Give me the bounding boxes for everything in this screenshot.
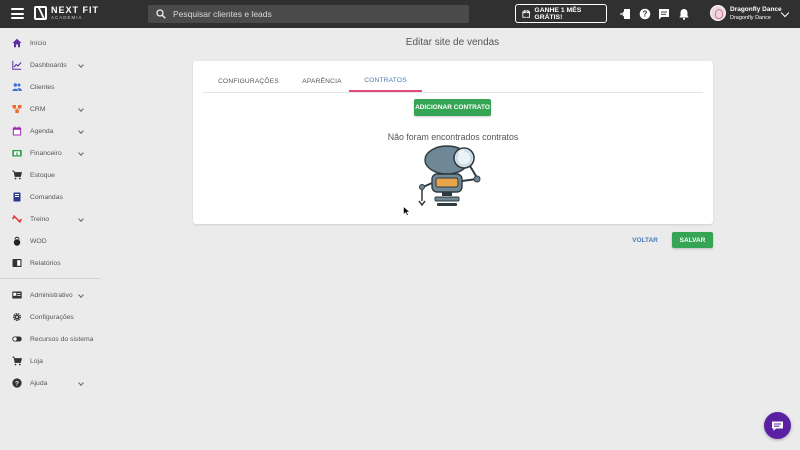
sidebar-item-dashboards[interactable]: Dashboards — [0, 54, 100, 76]
logo-name: NEXT FIT — [51, 5, 99, 15]
sidebar-item-label: CRM — [30, 105, 46, 113]
sidebar-item-label: Dashboards — [30, 61, 67, 69]
sidebar-item-financeiro[interactable]: $ Financeiro — [0, 142, 100, 164]
user-organization: Dragonfly Dance — [730, 14, 771, 21]
sidebar-item-label: Configurações — [30, 313, 74, 321]
chevron-down-icon[interactable] — [78, 62, 84, 68]
chevron-down-icon[interactable] — [78, 106, 84, 112]
chevron-down-icon[interactable] — [78, 292, 84, 298]
empty-state-message: Não foram encontrados contratos — [387, 132, 519, 142]
user-name: Dragonfly Dance — [730, 6, 782, 13]
svg-text:?: ? — [643, 10, 648, 19]
chevron-down-icon[interactable] — [78, 128, 84, 134]
sidebar-item-clientes[interactable]: Clientes — [0, 76, 100, 98]
exit-door-icon[interactable] — [619, 8, 631, 20]
sidebar-item-estoque[interactable]: Estoque — [0, 164, 100, 186]
sidebar-divider — [0, 278, 100, 279]
sidebar-item-label: Comandas — [30, 193, 63, 201]
sales-site-card: CONFIGURAÇÕES APARÊNCIA CONTRATOS ADICIO… — [193, 61, 713, 224]
id-card-icon — [12, 291, 22, 299]
dumbbell-icon — [12, 214, 22, 224]
kettlebell-icon — [13, 236, 21, 246]
logo[interactable]: NEXT FIT ACADEMIA — [34, 6, 99, 21]
home-icon — [12, 38, 22, 48]
user-menu[interactable]: Dragonfly Dance Dragonfly Dance — [730, 6, 782, 21]
page-title: Editar site de vendas — [405, 37, 500, 48]
sidebar-item-label: Administrativo — [30, 291, 73, 299]
sidebar-item-administrativo[interactable]: Administrativo — [0, 284, 100, 306]
chat-icon[interactable] — [658, 8, 670, 20]
search-input[interactable] — [173, 9, 453, 19]
sidebar-item-ajuda[interactable]: ? Ajuda — [0, 372, 100, 394]
chevron-down-icon[interactable] — [78, 150, 84, 156]
search-icon — [156, 9, 166, 19]
robot-illustration — [418, 145, 481, 207]
gift-icon — [522, 9, 530, 18]
sidebar-item-recursos[interactable]: Recursos do sistema — [0, 328, 100, 350]
sidebar-item-label: Clientes — [30, 83, 55, 91]
chevron-down-icon[interactable] — [78, 380, 84, 386]
menu-icon[interactable] — [11, 8, 24, 19]
sidebar-item-label: Agenda — [30, 127, 54, 135]
report-icon — [12, 259, 22, 267]
sidebar: Início Dashboards Clientes CRM Agenda $ … — [0, 28, 100, 450]
top-bar: NEXT FIT ACADEMIA GANHE 1 MÊS GRÁTIS! ? … — [0, 0, 800, 28]
free-month-label: GANHE 1 MÊS GRÁTIS! — [534, 6, 582, 21]
back-button[interactable]: VOLTAR — [625, 233, 665, 248]
crm-icon — [12, 105, 22, 113]
sidebar-item-treino[interactable]: Treino — [0, 208, 100, 230]
sidebar-item-label: Estoque — [30, 171, 55, 179]
sidebar-item-wod[interactable]: WOD — [0, 230, 100, 252]
tab-aparencia[interactable]: APARÊNCIA — [294, 70, 350, 92]
sidebar-item-crm[interactable]: CRM — [0, 98, 100, 120]
sidebar-item-relatorios[interactable]: Relatórios — [0, 252, 100, 274]
logo-subtitle: ACADEMIA — [51, 15, 83, 20]
free-month-button[interactable]: GANHE 1 MÊS GRÁTIS! — [515, 4, 607, 23]
tab-contratos[interactable]: CONTRATOS — [349, 70, 422, 92]
chart-icon — [12, 60, 22, 70]
avatar[interactable] — [710, 5, 726, 21]
sidebar-item-loja[interactable]: Loja — [0, 350, 100, 372]
help-icon: ? — [12, 378, 22, 388]
sidebar-item-label: Financeiro — [30, 149, 62, 157]
chevron-down-icon[interactable] — [780, 8, 790, 18]
save-button[interactable]: SALVAR — [672, 232, 713, 248]
sidebar-item-label: Loja — [30, 357, 43, 365]
calendar-icon — [12, 126, 22, 136]
sidebar-item-configuracoes[interactable]: Configurações — [0, 306, 100, 328]
logo-icon — [34, 6, 47, 21]
shop-cart-icon — [12, 356, 22, 366]
chevron-down-icon[interactable] — [78, 216, 84, 222]
sidebar-item-label: WOD — [30, 237, 47, 245]
svg-text:?: ? — [15, 380, 19, 387]
sidebar-item-label: Relatórios — [30, 259, 61, 267]
gear-icon — [12, 312, 22, 322]
sidebar-item-agenda[interactable]: Agenda — [0, 120, 100, 142]
money-icon: $ — [12, 150, 22, 157]
sidebar-item-comandas[interactable]: Comandas — [0, 186, 100, 208]
cart-icon — [12, 170, 22, 180]
chat-bubble-icon — [772, 421, 783, 431]
sidebar-item-inicio[interactable]: Início — [0, 32, 100, 54]
tab-bar: CONFIGURAÇÕES APARÊNCIA CONTRATOS — [203, 70, 703, 93]
people-icon — [12, 83, 22, 91]
mouse-cursor-icon — [403, 206, 411, 216]
add-contract-button[interactable]: ADICIONAR CONTRATO — [414, 99, 491, 116]
sidebar-item-label: Recursos do sistema — [30, 335, 94, 343]
tab-configuracoes[interactable]: CONFIGURAÇÕES — [203, 70, 294, 92]
notebook-icon — [13, 192, 21, 202]
bell-icon[interactable] — [678, 8, 690, 20]
search-bar[interactable] — [148, 5, 469, 23]
sidebar-item-label: Ajuda — [30, 379, 48, 387]
help-icon[interactable]: ? — [639, 8, 651, 20]
toggle-icon — [12, 336, 22, 342]
sidebar-item-label: Início — [30, 39, 47, 47]
sidebar-item-label: Treino — [30, 215, 50, 223]
chat-support-button[interactable] — [764, 412, 791, 439]
